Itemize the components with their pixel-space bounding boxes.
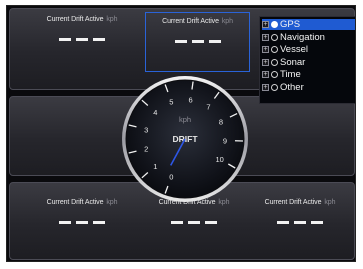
instrument-dashboard: Current Drift Active kph Current Drift Ac… [6, 5, 356, 262]
data-tile-bottom-right[interactable]: Current Drift Active kph [245, 194, 355, 244]
gauge-tick-label: 4 [153, 108, 157, 117]
gauge-title: DRIFT [172, 134, 198, 144]
radio-icon[interactable] [271, 21, 278, 28]
expand-icon[interactable]: + [262, 33, 269, 41]
expand-icon[interactable]: + [262, 21, 269, 28]
radio-icon[interactable] [271, 46, 278, 53]
tile-label: Current Drift Active kph [264, 199, 336, 206]
drift-gauge[interactable]: 012345678910 kph DRIFT [120, 74, 250, 204]
expand-icon[interactable]: + [262, 46, 269, 53]
gauge-tick-label: 1 [153, 162, 157, 171]
tile-value-dashes [27, 214, 137, 232]
menu-item-navigation[interactable]: + Navigation [262, 31, 355, 43]
gauge-tick-label: 5 [169, 97, 173, 106]
gauge-tick-label: 9 [223, 136, 227, 145]
menu-item-label: Other [280, 81, 304, 93]
tile-label: Current Drift Active kph [46, 16, 118, 23]
menu-item-time[interactable]: + Time [262, 69, 355, 80]
expand-icon[interactable]: + [262, 58, 269, 66]
gauge-tick-label: 6 [188, 95, 192, 104]
menu-item-vessel[interactable]: + Vessel [262, 44, 355, 55]
screenshot-frame: Current Drift Active kph Current Drift Ac… [0, 0, 363, 269]
menu-item-label: Time [280, 69, 301, 80]
menu-item-label: Navigation [280, 31, 325, 43]
expand-icon[interactable]: + [262, 83, 269, 91]
gauge-tick-label: 8 [219, 117, 223, 126]
data-tile-top-center-selected[interactable]: Current Drift Active kph [145, 12, 250, 72]
gauge-tick-label: 7 [206, 103, 210, 112]
gauge-unit: kph [179, 115, 191, 124]
gauge-tick-label: 2 [144, 145, 148, 154]
menu-item-label: Sonar [280, 56, 306, 68]
tile-label: Current Drift Active kph [162, 18, 233, 25]
gauge-tick-label: 0 [169, 173, 173, 182]
menu-item-label: GPS [280, 19, 301, 30]
radio-icon[interactable] [271, 71, 278, 78]
tile-value-dashes [139, 214, 249, 232]
radio-icon[interactable] [271, 83, 278, 91]
expand-icon[interactable]: + [262, 71, 269, 78]
menu-item-other[interactable]: + Other [262, 81, 355, 93]
gauge-tick-label: 10 [215, 155, 223, 164]
radio-icon[interactable] [271, 58, 278, 66]
menu-item-sonar[interactable]: + Sonar [262, 56, 355, 68]
category-menu: + GPS + Navigation + Vessel + Sonar + Time + Other [259, 16, 355, 104]
tile-value-dashes [245, 214, 355, 232]
menu-item-gps[interactable]: + GPS [262, 19, 355, 30]
menu-item-label: Vessel [280, 44, 308, 55]
radio-icon[interactable] [271, 33, 278, 41]
data-tile-top-left[interactable]: Current Drift Active kph [27, 11, 137, 71]
gauge-tick-label: 3 [144, 125, 148, 134]
tile-value-dashes [27, 31, 137, 49]
tile-value-dashes [146, 33, 249, 51]
